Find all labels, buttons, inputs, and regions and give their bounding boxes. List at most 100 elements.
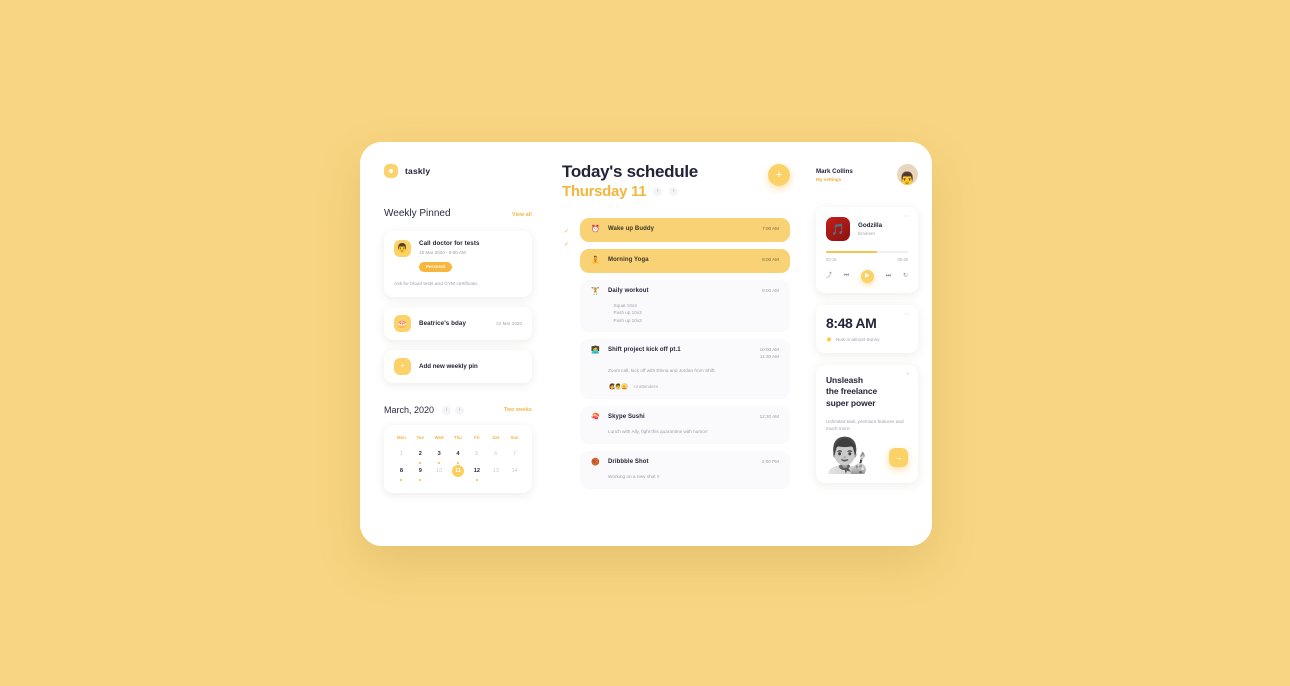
task-checklist-item[interactable]: Push up 10x3 — [608, 317, 779, 325]
sidebar: taskly Weekly Pinned View all 👨 Call doc… — [360, 142, 548, 546]
next-track-icon[interactable]: ⏭ — [886, 273, 891, 279]
task-row[interactable]: 🍣 Skype Sushi 12:30 AM Lunch with Ally, fig… — [580, 405, 790, 444]
yoga-icon: 🧘 — [591, 256, 600, 264]
calendar-day-number: 4 — [456, 451, 460, 458]
pin-title: Call doctor for tests — [419, 240, 480, 247]
task-name: Morning Yoga — [608, 256, 649, 263]
pin-note: Ask for blood tests and GYM certificate. — [394, 282, 479, 287]
calendar-nav: ‹ › — [442, 405, 465, 415]
timeline-tick-icon: · — [565, 293, 568, 300]
illustration-icon: 👨‍🎨 — [826, 436, 869, 475]
add-task-button[interactable]: + — [768, 164, 790, 186]
promo-card: × Unsleash the freelance super power Unl… — [816, 364, 918, 483]
song-artist: Eminem — [858, 231, 875, 236]
pin-card-call-doctor[interactable]: 👨 Call doctor for tests 15 Mar 2020 - 9:… — [384, 231, 532, 298]
calendar-day-number: 8 — [399, 468, 403, 475]
promo-title: Unsleash the freelance super power — [826, 375, 908, 410]
right-panel: Mark Collins My settings 👨 ⋯ 🎵 Godzilla … — [806, 142, 932, 546]
calendar-prev-button[interactable]: ‹ — [442, 405, 452, 415]
shuffle-icon[interactable]: ⤴ — [826, 273, 832, 279]
calendar-day-number: 6 — [494, 451, 498, 458]
calendar-day-dot-icon — [419, 462, 422, 465]
calendar-weekday: Tue — [416, 435, 424, 441]
player-menu-button[interactable]: ⋯ — [904, 214, 911, 220]
promo-title-line-2: the freelance — [826, 386, 878, 397]
status-badge: Personal — [419, 261, 453, 272]
calendar-day-dot-icon — [438, 462, 441, 465]
player-controls: ⤴ ⏮ ▶ ⏭ ↻ — [826, 269, 908, 283]
clock-menu-button[interactable]: ⋯ — [904, 312, 911, 318]
calendar-day-number: 14 — [511, 468, 518, 475]
calendar-day-number: 7 — [513, 451, 517, 458]
calendar-weekday: Sat — [492, 435, 500, 441]
timeline-tick-icon: · — [565, 332, 568, 339]
calendar-day[interactable]: 11 — [449, 465, 468, 482]
promo-cta-button[interactable]: → — [889, 447, 908, 467]
task-row[interactable]: 🏀 Dribbble Shot 2:00 PM Working on a new sh… — [580, 450, 790, 489]
avatar[interactable]: 👱 — [620, 381, 629, 391]
previous-track-icon[interactable]: ⏮ — [844, 273, 849, 279]
task-time: 12:30 AM — [759, 413, 779, 419]
calendar-day[interactable]: 9 — [411, 465, 430, 482]
calendar-day-number: 10 — [436, 468, 443, 475]
add-weekly-pin-button[interactable]: + Add new weekly pin — [384, 350, 532, 384]
calendar-day[interactable]: 2 — [411, 448, 430, 465]
task-row[interactable]: 🏋️Daily workout9:00 AMSquat 10x3Push up … — [580, 280, 790, 333]
calendar-range-toggle[interactable]: Two weeks — [504, 407, 532, 413]
calendar-day[interactable]: 12 — [467, 465, 486, 482]
progress-slider[interactable] — [826, 251, 908, 253]
task-name: Daily workout — [608, 288, 649, 295]
task-name: Dribbble Shot — [608, 458, 649, 465]
weekly-pinned-title: Weekly Pinned — [384, 208, 451, 219]
avatar[interactable]: 👨 — [897, 164, 918, 185]
calendar-day[interactable]: 6 — [486, 448, 505, 465]
task-checklist-item[interactable]: Squat 10x3 — [608, 302, 779, 310]
calendar-day[interactable]: 8 — [392, 465, 411, 482]
my-settings-link[interactable]: My settings — [816, 177, 889, 182]
task-description: Working on a new shot !! — [608, 474, 660, 480]
close-icon[interactable]: × — [906, 372, 910, 378]
sushi-icon: 🍣 — [591, 413, 600, 421]
schedule-prev-button[interactable]: ‹ — [653, 186, 663, 196]
pin-card-beatrice-bday[interactable]: 🎂 Beatrice's bday 22 Mar 2020 — [384, 307, 532, 341]
play-button-icon[interactable]: ▶ — [860, 269, 874, 283]
repeat-icon[interactable]: ↻ — [903, 273, 908, 279]
pin-row: 👨 Call doctor for tests 15 Mar 2020 - 9:… — [394, 240, 522, 273]
calendar-day[interactable]: 1 — [392, 448, 411, 465]
calendar-day[interactable]: 4 — [449, 448, 468, 465]
calendar-weekday: Wed — [434, 435, 444, 441]
task-checklist: Squat 10x3Push up 10x3Push up 10x3 — [591, 302, 779, 325]
promo-title-line-3: super power — [826, 397, 876, 408]
calendar-day[interactable]: 7 — [505, 448, 524, 465]
task-header: 🍣 Skype Sushi 12:30 AM — [591, 414, 779, 422]
calendar-day[interactable]: 5 — [467, 448, 486, 465]
calendar-day-number: 2 — [418, 451, 422, 458]
meeting-icon: 👩‍💻 — [591, 347, 600, 355]
task-row[interactable]: ⏰ Wake up Buddy 7:00 AM — [580, 217, 790, 242]
task-list: ⏰ Wake up Buddy 7:00 AM 🧘 Morning Yoga 8:00 A… — [580, 217, 790, 546]
cake-icon: 🎂 — [394, 315, 411, 333]
timeline-tick-icon: · — [565, 384, 568, 391]
calendar-next-button[interactable]: › — [455, 405, 465, 415]
task-checklist-item[interactable]: Push up 10x3 — [608, 309, 779, 317]
schedule-date: Thursday 11 — [562, 182, 647, 200]
task-row[interactable]: 👩‍💻 Shift project kick off pt.1 10:00 AM 11… — [580, 339, 790, 399]
now-playing: 🎵 Godzilla Eminem — [826, 217, 908, 241]
brand-logo[interactable]: taskly — [384, 164, 532, 178]
calendar-weekday: Mon — [397, 435, 406, 441]
attendee-count: +3 attendees — [633, 383, 658, 389]
timeline-tick-icon: · — [565, 319, 568, 326]
schedule-next-button[interactable]: › — [669, 186, 679, 196]
calendar-day[interactable]: 10 — [430, 465, 449, 482]
timeline-tick-icon: · — [565, 306, 568, 313]
task-row[interactable]: 🧘 Morning Yoga 8:00 AM — [580, 248, 790, 274]
task-header: ⏰ Wake up Buddy 7:00 AM — [591, 226, 779, 234]
promo-footer: 👨‍🎨 → — [826, 439, 908, 473]
taskly-mark-dot-icon — [389, 169, 393, 173]
calendar-day[interactable]: 3 — [430, 448, 449, 465]
calendar-day[interactable]: 14 — [505, 465, 524, 482]
calendar-day[interactable]: 13 — [486, 465, 505, 482]
calendar-day-number: 11 — [451, 465, 464, 478]
view-all-link[interactable]: View all — [512, 212, 532, 218]
user-profile[interactable]: Mark Collins My settings 👨 — [816, 164, 918, 185]
